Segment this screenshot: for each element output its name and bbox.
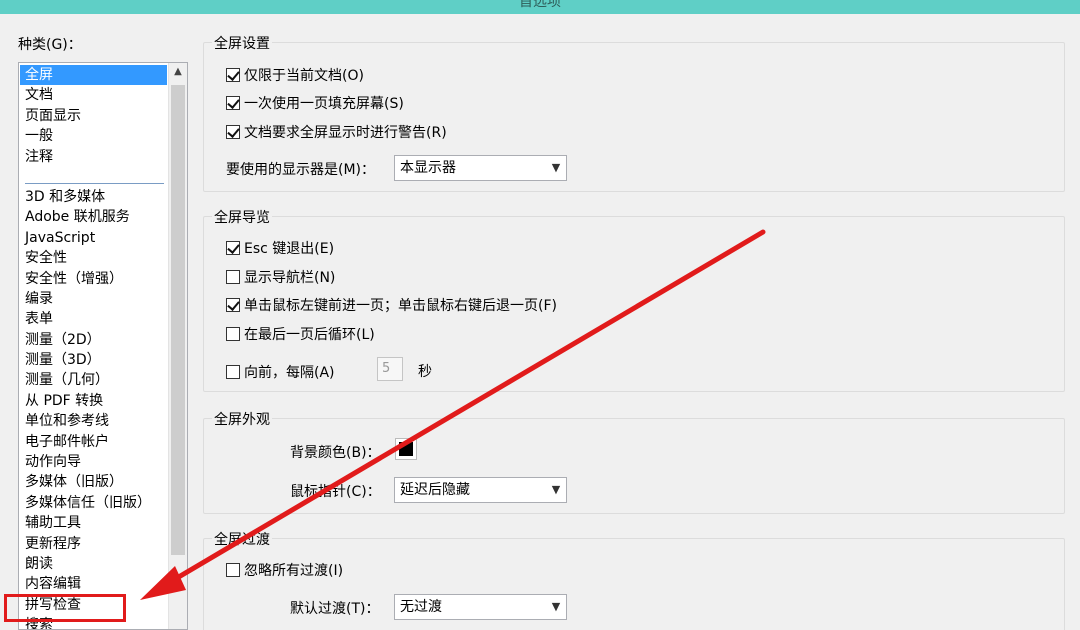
option-esc-exit[interactable]: Esc 键退出(E) bbox=[226, 238, 334, 258]
group-title-fullscreen-transition: 全屏过渡 bbox=[212, 529, 272, 549]
category-item[interactable]: 表单 bbox=[20, 309, 167, 329]
option-label: 忽略所有过渡(I) bbox=[244, 563, 344, 579]
category-list-scrollbar[interactable]: ▲ bbox=[168, 63, 187, 629]
category-item[interactable]: 内容编辑 bbox=[20, 574, 167, 594]
category-item[interactable]: 辅助工具 bbox=[20, 513, 167, 533]
default-transition-select[interactable]: 无过渡 ▼ bbox=[394, 594, 567, 620]
option-label: 一次使用一页填充屏幕(S) bbox=[244, 96, 404, 112]
category-list[interactable]: 全屏 文档 页面显示 一般 注释 3D 和多媒体 Adobe 联机服务 JavaScript 安… bbox=[18, 62, 188, 630]
checkbox[interactable] bbox=[226, 563, 240, 577]
option-label: 在最后一页后循环(L) bbox=[244, 327, 375, 343]
default-transition-label: 默认过渡(T)： bbox=[290, 601, 380, 617]
option-advance-every[interactable]: 向前，每隔(A) bbox=[226, 362, 335, 382]
category-item[interactable]: 测量（几何） bbox=[20, 370, 167, 390]
category-item[interactable]: 动作向导 bbox=[20, 452, 167, 472]
checkbox[interactable] bbox=[226, 270, 240, 284]
category-item[interactable]: 一般 bbox=[20, 126, 167, 146]
option-label: 文档要求全屏显示时进行警告(R) bbox=[244, 125, 447, 141]
chevron-down-icon: ▼ bbox=[551, 161, 561, 174]
cursor-label: 鼠标指针(C)： bbox=[290, 484, 381, 500]
chevron-down-icon: ▼ bbox=[551, 483, 561, 496]
category-item[interactable]: 多媒体（旧版） bbox=[20, 472, 167, 492]
scroll-up-arrow-icon[interactable]: ▲ bbox=[169, 63, 187, 81]
group-title-fullscreen-setup: 全屏设置 bbox=[212, 33, 272, 53]
chevron-down-icon: ▼ bbox=[551, 600, 561, 613]
group-title-fullscreen-nav: 全屏导览 bbox=[212, 207, 272, 227]
cursor-select[interactable]: 延迟后隐藏 ▼ bbox=[394, 477, 567, 503]
checkbox[interactable] bbox=[226, 96, 240, 110]
category-item[interactable]: 多媒体信任（旧版） bbox=[20, 493, 167, 513]
checkbox[interactable] bbox=[226, 365, 240, 379]
option-label: Esc 键退出(E) bbox=[244, 241, 335, 257]
title-bar: 首选项 bbox=[0, 0, 1080, 14]
category-item[interactable]: 朗读 bbox=[20, 554, 167, 574]
category-item[interactable]: JavaScript bbox=[20, 228, 167, 248]
category-list-items: 全屏 文档 页面显示 一般 注释 3D 和多媒体 Adobe 联机服务 JavaScript 安… bbox=[20, 65, 167, 629]
window-title: 首选项 bbox=[519, 0, 561, 10]
option-label: 显示导航栏(N) bbox=[244, 270, 336, 286]
checkbox[interactable] bbox=[226, 327, 240, 341]
category-item[interactable]: 安全性（增强） bbox=[20, 269, 167, 289]
seconds-unit-label: 秒 bbox=[418, 364, 432, 380]
category-item[interactable]: 安全性 bbox=[20, 248, 167, 268]
option-mouse-click-paging[interactable]: 单击鼠标左键前进一页；单击鼠标右键后退一页(F) bbox=[226, 295, 557, 315]
bg-color-label: 背景颜色(B)： bbox=[290, 445, 381, 461]
group-title-fullscreen-appearance: 全屏外观 bbox=[212, 409, 272, 429]
category-item[interactable]: 测量（3D） bbox=[20, 350, 167, 370]
option-loop-after-last[interactable]: 在最后一页后循环(L) bbox=[226, 324, 375, 344]
monitor-label: 要使用的显示器是(M)： bbox=[226, 162, 376, 178]
category-item[interactable]: 测量（2D） bbox=[20, 330, 167, 350]
category-label: 种类(G)： bbox=[18, 37, 82, 53]
color-swatch bbox=[399, 442, 413, 456]
category-item[interactable]: 全屏 bbox=[20, 65, 167, 86]
option-ignore-transitions[interactable]: 忽略所有过渡(I) bbox=[226, 560, 343, 580]
category-item[interactable]: 编录 bbox=[20, 289, 167, 309]
monitor-select-value: 本显示器 bbox=[400, 160, 456, 176]
scroll-thumb[interactable] bbox=[171, 85, 185, 555]
category-item[interactable]: 注释 bbox=[20, 147, 167, 167]
option-label: 向前，每隔(A) bbox=[244, 365, 335, 381]
category-item[interactable]: 文档 bbox=[20, 85, 167, 105]
category-item[interactable]: 拼写检查 bbox=[20, 595, 167, 615]
option-show-nav-bar[interactable]: 显示导航栏(N) bbox=[226, 267, 335, 287]
category-item[interactable]: 更新程序 bbox=[20, 534, 167, 554]
option-label: 单击鼠标左键前进一页；单击鼠标右键后退一页(F) bbox=[244, 298, 557, 314]
option-fill-screen-one-page[interactable]: 一次使用一页填充屏幕(S) bbox=[226, 93, 404, 113]
category-item[interactable]: 单位和参考线 bbox=[20, 411, 167, 431]
checkbox[interactable] bbox=[226, 68, 240, 82]
category-item[interactable]: 3D 和多媒体 bbox=[20, 187, 167, 207]
advance-seconds-input[interactable]: 5 bbox=[377, 357, 403, 381]
bg-color-picker[interactable] bbox=[395, 438, 417, 460]
category-item[interactable]: 搜索 bbox=[20, 615, 167, 629]
category-item[interactable]: Adobe 联机服务 bbox=[20, 207, 167, 227]
category-item[interactable]: 页面显示 bbox=[20, 106, 167, 126]
monitor-select[interactable]: 本显示器 ▼ bbox=[394, 155, 567, 181]
checkbox[interactable] bbox=[226, 298, 240, 312]
option-label: 仅限于当前文档(O) bbox=[244, 68, 364, 84]
checkbox[interactable] bbox=[226, 125, 240, 139]
cursor-select-value: 延迟后隐藏 bbox=[400, 482, 470, 498]
category-item[interactable]: 电子邮件帐户 bbox=[20, 432, 167, 452]
checkbox[interactable] bbox=[226, 241, 240, 255]
category-item[interactable]: 从 PDF 转换 bbox=[20, 391, 167, 411]
option-warn-fullscreen[interactable]: 文档要求全屏显示时进行警告(R) bbox=[226, 122, 447, 142]
default-transition-value: 无过渡 bbox=[400, 599, 442, 615]
option-current-doc-only[interactable]: 仅限于当前文档(O) bbox=[226, 65, 364, 85]
list-divider bbox=[20, 167, 167, 187]
